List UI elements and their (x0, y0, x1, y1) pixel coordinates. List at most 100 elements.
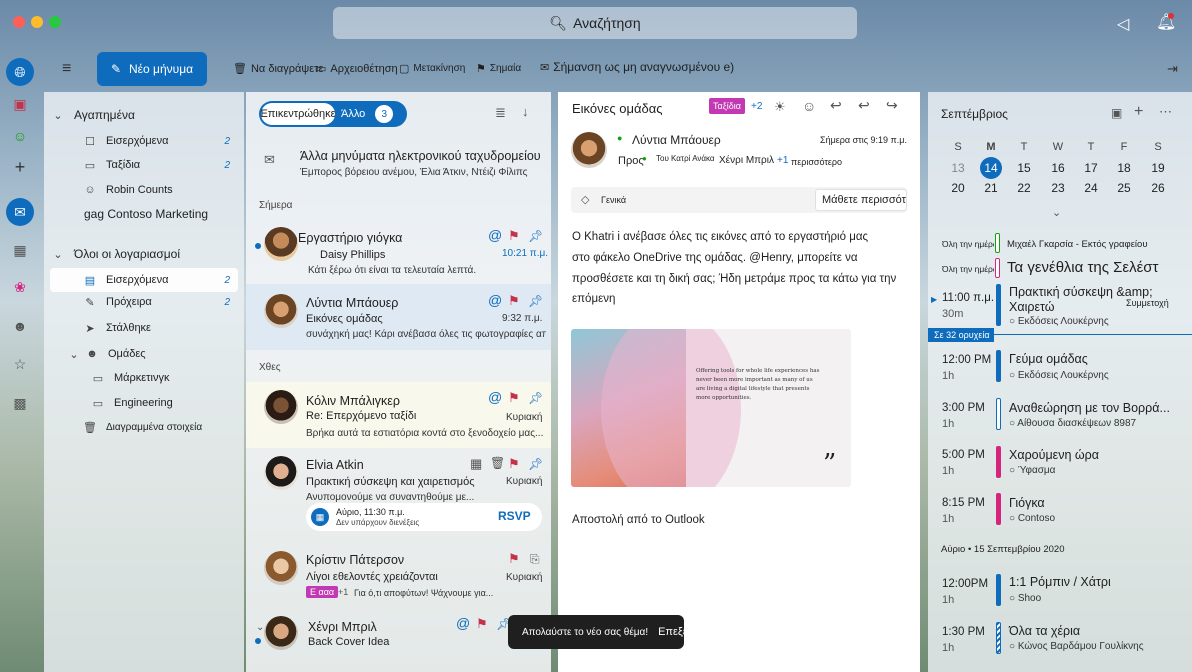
calendar-icon[interactable]: ▦ (6, 236, 34, 264)
calendar-day-today[interactable]: 14 (980, 157, 1002, 179)
toast-action-button[interactable]: Επεξεργασία (658, 626, 684, 638)
people-icon[interactable]: ☻ (6, 312, 34, 340)
recipient[interactable]: Του Κατρί Ανάκα (656, 154, 715, 163)
all-day-event-title[interactable]: Τα γενέθλια της Σελέστ (1007, 259, 1158, 276)
calendar-day[interactable]: 22 (1013, 177, 1035, 199)
list-item[interactable]: Elvia Atkin Πρακτική σύσκεψη και χαιρετι… (246, 450, 551, 542)
calendar-day[interactable]: 19 (1147, 157, 1169, 179)
forward-icon[interactable]: ↪ (886, 97, 898, 114)
folder-sent[interactable]: ➤ Στάλθηκε (82, 317, 238, 339)
flag-icon[interactable]: ⚑ (508, 551, 520, 567)
close-window-button[interactable] (13, 16, 25, 28)
list-item[interactable]: Κρίστιν Πάτερσον Λίγοι εθελοντές χρειάζο… (246, 545, 551, 611)
flag-button[interactable]: ⚑ Σημαία (476, 62, 521, 75)
calendar-day[interactable]: 20 (947, 177, 969, 199)
reply-icon[interactable]: ↩ (830, 97, 842, 114)
event-title[interactable]: Γεύμα ομάδας (1009, 352, 1088, 366)
more-options-icon[interactable]: ⋯ (1159, 104, 1172, 120)
delete-button[interactable]: 🗑︎ Να διαγράψετε (233, 62, 323, 76)
chevron-down-icon[interactable]: ⌄ (1052, 206, 1061, 219)
join-button[interactable]: Συμμετοχή (1126, 298, 1169, 308)
list-item[interactable]: Εργαστήριο γιόγκα Daisy Phillips Κάτι ξέ… (246, 220, 551, 282)
minimize-window-button[interactable] (31, 16, 43, 28)
focused-other-toggle[interactable]: Επικεντρώθηκε Άλλο 3 (259, 101, 407, 127)
flag-icon[interactable]: ⚑ (476, 616, 488, 632)
meeting-invite-card[interactable]: ▦ Αύριο, 11:30 π.μ. Δεν υπάρχουν διενέξε… (306, 503, 542, 531)
calendar-day[interactable]: 13 (947, 157, 969, 179)
all-accounts-header[interactable]: ⌄ Όλοι οι λογαριασμοί (50, 243, 244, 265)
move-button[interactable]: ▢ Μετακίνηση (399, 62, 465, 75)
learn-more-button[interactable]: Μάθετε περισσότερα (815, 189, 907, 211)
today-icon[interactable]: ▣ (1111, 106, 1122, 120)
collapse-pane-icon[interactable]: ⇥ (1167, 61, 1178, 77)
apps-icon[interactable]: ▩ (6, 389, 34, 417)
globe-icon[interactable]: 🌐︎ (6, 58, 34, 86)
flag-icon[interactable]: ⚑ (508, 390, 520, 406)
brightness-icon[interactable]: ☀︎ (774, 99, 786, 115)
list-item-selected[interactable]: Λύντια Μπάουερ Εικόνες ομάδας συνάχηκή μ… (246, 284, 551, 350)
filter-icon[interactable]: ≣ (495, 105, 506, 121)
add-event-icon[interactable]: + (1134, 103, 1143, 121)
mark-unread-button[interactable]: ✉ Σήμανση ως μη αναγνωσμένου e) (540, 60, 734, 74)
favorites-header[interactable]: ⌄ Αγαπημένα (50, 104, 244, 126)
mail-icon[interactable]: ✉ (6, 198, 34, 226)
person-icon[interactable]: ☺ (6, 122, 34, 150)
hamburger-menu-icon[interactable]: ≡ (62, 60, 71, 78)
folder-deleted[interactable]: 🗑︎ Διαγραμμένα στοιχεία (82, 416, 238, 438)
event-title[interactable]: Αναθεώρηση με τον Βορρά... (1009, 401, 1170, 415)
more-recipients[interactable]: +1 (777, 155, 788, 166)
calendar-day[interactable]: 25 (1113, 177, 1135, 199)
more-tags[interactable]: +2 (751, 101, 762, 112)
other-mail-summary[interactable]: ✉ Άλλα μηνύματα ηλεκτρονικού ταχυδρομείο… (246, 140, 551, 188)
event-title[interactable]: Γιόγκα (1009, 496, 1045, 510)
calendar-day[interactable]: 17 (1080, 157, 1102, 179)
pin-icon[interactable]: 📌︎ (528, 457, 543, 471)
add-account-icon[interactable]: + (6, 153, 34, 181)
flag-icon[interactable]: ⚑ (508, 456, 520, 472)
recipient[interactable]: Χένρι Μπριλ (719, 155, 774, 166)
event-title[interactable]: Όλα τα χέρια (1009, 624, 1080, 638)
pin-icon[interactable]: 📌︎ (528, 229, 543, 243)
folder-inbox[interactable]: ▤ Εισερχόμενα 2 (50, 268, 238, 292)
tab-focused[interactable]: Επικεντρώθηκε (260, 103, 336, 125)
briefcase-icon[interactable]: ▣ (6, 90, 34, 118)
copilot-icon[interactable]: ❀ (6, 273, 34, 301)
folder-drafts[interactable]: ✎ Πρόχειρα 2 (82, 291, 238, 313)
folder-favorite-inbox[interactable]: ☐ Εισερχόμενα 2 (82, 130, 238, 152)
more-recipients-label[interactable]: περισσότερο (791, 157, 842, 167)
folder-groups[interactable]: ⌄ ☻ Ομάδες (66, 343, 238, 365)
reply-all-icon[interactable]: ↩ (858, 97, 870, 114)
sort-icon[interactable]: ↓ (522, 104, 529, 119)
folder-favorite-robin[interactable]: ☺ Robin Counts (82, 179, 238, 201)
delete-icon[interactable]: 🗑︎ (490, 456, 505, 470)
rsvp-button[interactable]: RSVP (498, 509, 531, 523)
flag-icon[interactable]: ⚑ (508, 293, 520, 309)
folder-favorite-travel[interactable]: ▭ Ταξίδια 2 (82, 154, 238, 176)
list-item[interactable]: Κόλιν Μπάλιγκερ Re: Επερχόμενο ταξίδι Βρ… (246, 382, 551, 448)
calendar-day[interactable]: 16 (1047, 157, 1069, 179)
calendar-day[interactable]: 15 (1013, 157, 1035, 179)
search-bar[interactable]: 🔍︎ Αναζήτηση (333, 7, 857, 39)
folder-engineering[interactable]: ▭ Engineering (90, 392, 238, 414)
new-message-button[interactable]: ✎ Νέο μήνυμα (97, 52, 207, 86)
sender-name[interactable]: Λύντια Μπάουερ (632, 133, 721, 147)
calendar-day[interactable]: 24 (1080, 177, 1102, 199)
folder-favorite-contoso[interactable]: gag Contoso Marketing (84, 203, 240, 225)
maximize-window-button[interactable] (49, 16, 61, 28)
pin-icon[interactable]: 📌︎ (528, 294, 543, 308)
pin-icon[interactable]: 📌︎ (528, 391, 543, 405)
calendar-day[interactable]: 21 (980, 177, 1002, 199)
category-tag[interactable]: Ταξίδια (709, 98, 745, 114)
flag-icon[interactable]: ⚑ (508, 228, 520, 244)
calendar-day[interactable]: 18 (1113, 157, 1135, 179)
archive-button[interactable]: ▭ Αρχειοθέτηση (316, 62, 398, 76)
event-title[interactable]: 1:1 Ρόμπιν / Χάτρι (1009, 575, 1111, 589)
tab-other[interactable]: Άλλο 3 (335, 105, 394, 123)
emoji-icon[interactable]: ☺ (802, 98, 816, 114)
calendar-day[interactable]: 23 (1047, 177, 1069, 199)
list-item[interactable]: ⌄ Χένρι Μπριλ Back Cover Idea @ ⚑ 📌︎ (246, 612, 551, 672)
event-title[interactable]: Χαρούμενη ώρα (1009, 448, 1099, 462)
all-day-event-title[interactable]: Μιχαέλ Γκαρσία - Εκτός γραφείου (1007, 239, 1148, 250)
calendar-day[interactable]: 26 (1147, 177, 1169, 199)
megaphone-icon[interactable]: ◁ (1117, 14, 1129, 34)
